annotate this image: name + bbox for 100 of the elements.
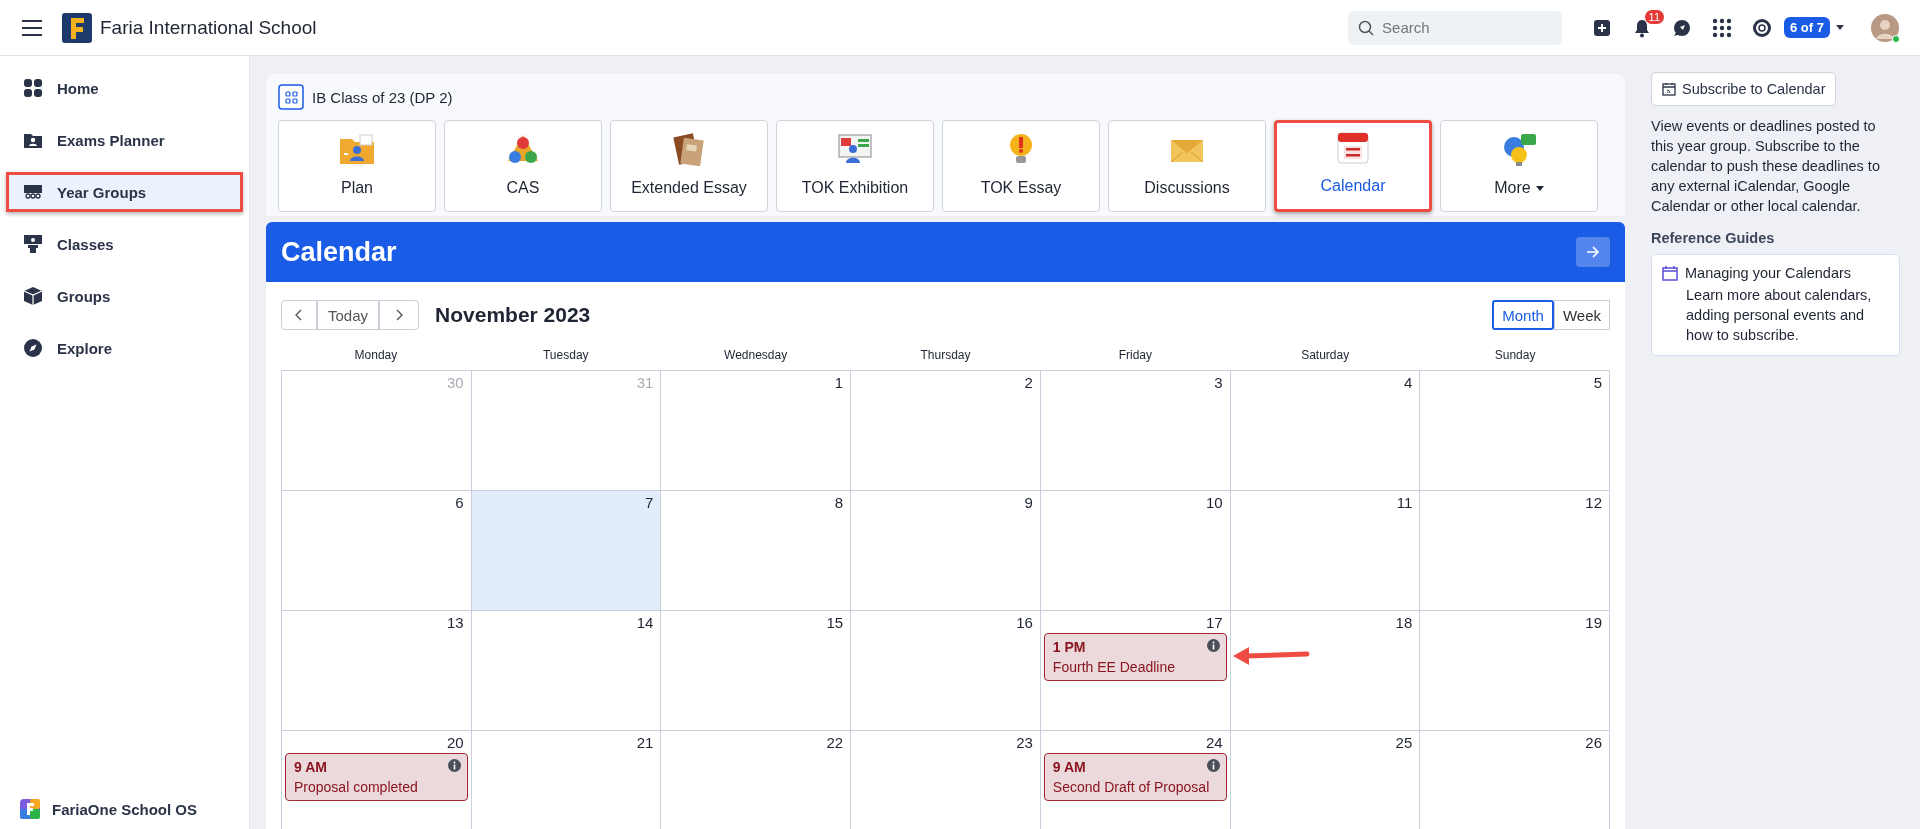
compass-icon <box>23 338 43 358</box>
day-number: 12 <box>1585 494 1603 511</box>
app-tile[interactable]: Calendar <box>1274 120 1432 212</box>
day-cell[interactable]: 2 <box>851 371 1041 491</box>
guide-card[interactable]: Managing your Calendars Learn more about calendars, adding personal events and how to subscribe. <box>1651 254 1900 356</box>
day-number: 15 <box>826 614 845 631</box>
app-tile[interactable]: TOK Essay <box>942 120 1100 212</box>
day-cell[interactable]: 21 <box>471 731 662 829</box>
day-number: 11 <box>1396 494 1414 511</box>
info-icon[interactable] <box>1206 759 1220 772</box>
day-number: 20 <box>447 734 465 751</box>
apps-grid-icon[interactable] <box>1712 17 1733 38</box>
caret-icon[interactable] <box>1836 25 1844 30</box>
group-title: IB Class of 23 (DP 2) <box>312 88 453 106</box>
day-cell[interactable]: 20 9 AM Proposal completed <box>282 731 472 829</box>
arrow-right-icon <box>1586 246 1600 258</box>
day-cell[interactable]: 4 <box>1230 371 1421 491</box>
day-cell[interactable]: 3 <box>1040 371 1231 491</box>
home-icon <box>23 78 43 98</box>
podium-icon <box>23 234 43 254</box>
day-number: 2 <box>1024 374 1034 391</box>
day-cell[interactable]: 15 <box>661 611 852 731</box>
sidebar-item[interactable]: Classes <box>6 224 243 264</box>
view-tab[interactable]: Week <box>1553 300 1610 330</box>
day-number: 9 <box>1024 494 1034 511</box>
day-cell[interactable]: 23 <box>851 731 1041 829</box>
day-cell[interactable]: 24 9 AM Second Draft of Proposal <box>1040 731 1231 829</box>
sidebar-item[interactable]: Home <box>6 68 243 108</box>
sidebar-item[interactable]: Groups <box>6 276 243 316</box>
search-icon <box>1358 19 1375 36</box>
day-cell[interactable]: 7 <box>471 491 662 611</box>
today-button[interactable]: Today <box>317 300 380 330</box>
app-logo-icon <box>20 799 40 819</box>
sidebar-item[interactable]: Exams Planner <box>6 120 243 160</box>
day-cell[interactable]: 18 <box>1230 611 1421 731</box>
day-number: 7 <box>645 494 655 511</box>
day-cell[interactable]: 13 <box>282 611 472 731</box>
weekday-header: Friday <box>1117 348 1153 362</box>
day-cell[interactable]: 1 <box>661 371 852 491</box>
day-number: 5 <box>1593 374 1603 391</box>
day-cell[interactable]: 22 <box>661 731 852 829</box>
day-cell[interactable]: 26 <box>1420 731 1610 829</box>
sidebar-item[interactable]: Explore <box>6 328 243 368</box>
avatar-icon[interactable] <box>1870 12 1900 43</box>
subscribe-button[interactable]: Subscribe to Calendar <box>1651 72 1837 106</box>
calendar-event[interactable]: 9 AM Second Draft of Proposal <box>1043 753 1227 801</box>
calendar-icon <box>1662 265 1678 281</box>
month-title: November 2023 <box>435 303 591 327</box>
day-number: 3 <box>1214 374 1224 391</box>
day-cell[interactable]: 25 <box>1230 731 1421 829</box>
day-number: 21 <box>636 734 655 751</box>
day-number: 23 <box>1016 734 1034 751</box>
weekday-header: Wednesday <box>723 348 789 362</box>
app-tile[interactable]: More <box>1440 120 1598 212</box>
view-tab[interactable]: Month <box>1492 300 1554 330</box>
day-cell[interactable]: 12 <box>1420 491 1610 611</box>
sidebar-item[interactable]: Year Groups <box>6 172 243 212</box>
description-text: View events or deadlines posted to this year group. Subscribe to the calendar to push these deadlines to any external iCalendar, Google Calendar or other local calendar. <box>1651 117 1881 216</box>
info-icon[interactable] <box>1206 639 1220 652</box>
day-number: 26 <box>1585 734 1603 751</box>
guide-title[interactable]: Managing your Calendars <box>1685 265 1852 281</box>
section-heading: Reference Guides <box>1651 230 1776 246</box>
day-number: 10 <box>1205 494 1224 511</box>
day-number: 25 <box>1395 734 1414 751</box>
day-number: 8 <box>834 494 845 511</box>
calendar-icon <box>1334 129 1372 167</box>
app-tile[interactable]: TOK Exhibition <box>776 120 934 212</box>
day-cell[interactable]: 17 1 PM Fourth EE Deadline <box>1040 611 1231 731</box>
day-cell[interactable]: 5 <box>1420 371 1610 491</box>
day-cell[interactable]: 19 <box>1420 611 1610 731</box>
calendar-event[interactable]: 9 AM Proposal completed <box>285 753 468 801</box>
product-name: FariaOne School OS <box>52 800 198 818</box>
chat-icon[interactable] <box>1672 17 1693 38</box>
day-number: 6 <box>455 494 465 511</box>
menu-icon[interactable] <box>22 19 42 36</box>
day-cell[interactable]: 9 <box>851 491 1041 611</box>
day-number: 19 <box>1585 614 1603 631</box>
chevron-left-icon <box>294 309 304 321</box>
app-tile[interactable]: Discussions <box>1108 120 1266 212</box>
app-tile[interactable]: Plan <box>278 120 436 212</box>
app-tile[interactable]: Extended Essay <box>610 120 768 212</box>
day-cell[interactable]: 16 <box>851 611 1041 731</box>
calendar-feed-icon <box>1662 82 1676 96</box>
open-button[interactable] <box>1576 237 1610 267</box>
weekday-header: Thursday <box>919 348 972 362</box>
day-cell[interactable]: 8 <box>661 491 852 611</box>
logo-icon[interactable] <box>62 12 92 43</box>
day-cell[interactable]: 6 <box>282 491 472 611</box>
search-field[interactable]: Search <box>1348 10 1563 45</box>
cube-icon <box>23 286 43 306</box>
day-cell[interactable]: 11 <box>1230 491 1421 611</box>
add-icon[interactable] <box>1592 17 1613 38</box>
day-cell[interactable]: 14 <box>471 611 662 731</box>
guide-description: Learn more about calendars, adding personal events and how to subscribe. <box>1686 286 1873 345</box>
school-switcher-badge[interactable]: 6 of 7 <box>1784 17 1830 38</box>
calendar-event[interactable]: 1 PM Fourth EE Deadline <box>1043 633 1227 681</box>
day-cell[interactable]: 10 <box>1040 491 1231 611</box>
app-tile[interactable]: CAS <box>444 120 602 212</box>
day-number: 13 <box>447 614 465 631</box>
info-icon[interactable] <box>447 759 461 772</box>
